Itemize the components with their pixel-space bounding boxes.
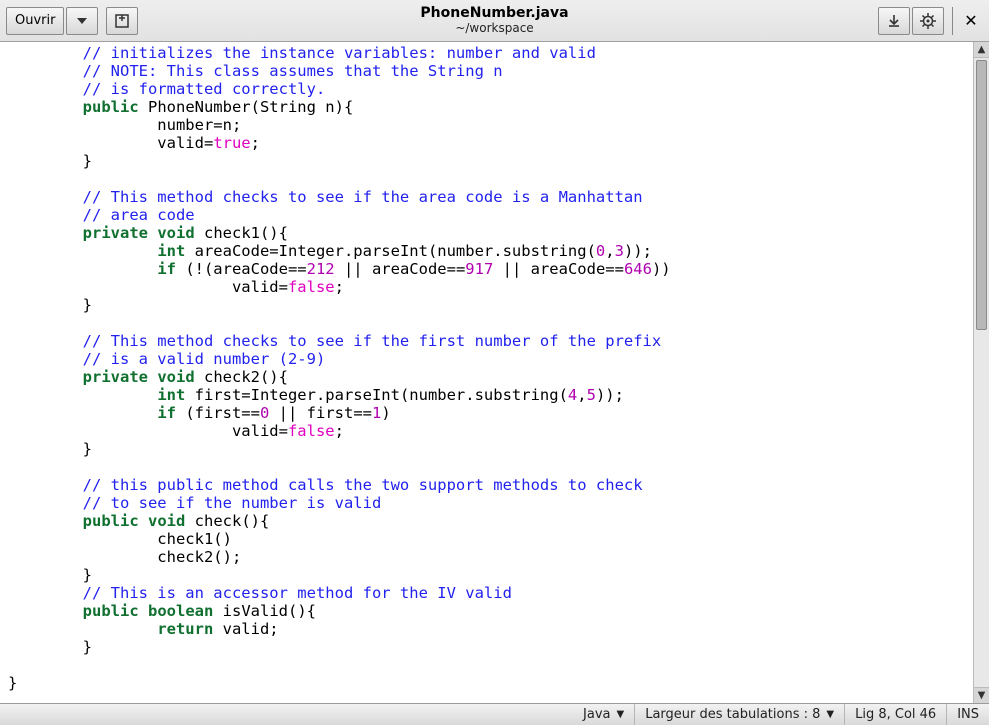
insert-mode-label: INS (957, 707, 979, 722)
window-title: PhoneNumber.java ~/workspace (0, 6, 989, 35)
language-label: Java (583, 707, 610, 722)
save-icon (886, 13, 902, 29)
title-path: ~/workspace (0, 22, 989, 35)
chevron-down-icon: ▼ (617, 709, 625, 720)
tab-width-selector[interactable]: Largeur des tabulations : 8 ▼ (634, 704, 844, 725)
close-icon: ✕ (964, 11, 977, 30)
status-bar: Java ▼ Largeur des tabulations : 8 ▼ Lig… (0, 703, 989, 725)
title-filename: PhoneNumber.java (0, 6, 989, 21)
title-bar: Ouvrir PhoneNumber.java ~/workspace (0, 0, 989, 42)
editor-area: // initializes the instance variables: n… (0, 42, 989, 703)
language-selector[interactable]: Java ▼ (573, 704, 634, 725)
open-recent-dropdown[interactable] (66, 7, 98, 35)
code-editor[interactable]: // initializes the instance variables: n… (0, 42, 973, 703)
separator (952, 7, 953, 35)
cursor-position[interactable]: Lig 8, Col 46 (844, 704, 946, 725)
insert-mode[interactable]: INS (946, 704, 989, 725)
chevron-down-icon: ▼ (826, 709, 834, 720)
save-button[interactable] (878, 7, 910, 35)
scroll-up-arrow[interactable]: ▲ (974, 42, 989, 58)
open-button-label: Ouvrir (15, 13, 55, 28)
vertical-scrollbar[interactable]: ▲ ▼ (973, 42, 989, 703)
cursor-position-label: Lig 8, Col 46 (855, 707, 936, 722)
scroll-thumb[interactable] (976, 60, 987, 330)
menu-button[interactable] (912, 7, 944, 35)
open-button[interactable]: Ouvrir (6, 7, 64, 35)
new-tab-button[interactable] (106, 7, 138, 35)
close-button[interactable]: ✕ (959, 9, 983, 33)
gear-icon (920, 13, 936, 29)
scroll-down-arrow[interactable]: ▼ (974, 687, 989, 703)
new-document-icon (114, 13, 130, 29)
tab-width-label: Largeur des tabulations : 8 (645, 707, 820, 722)
chevron-down-icon (77, 18, 87, 24)
